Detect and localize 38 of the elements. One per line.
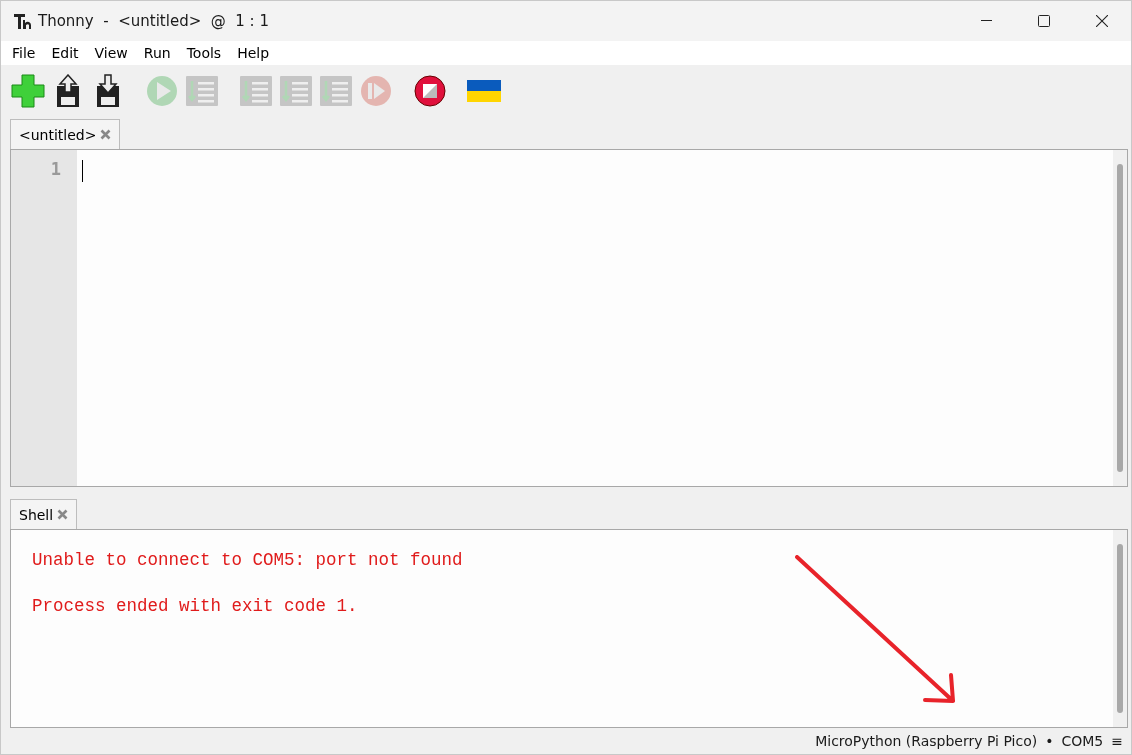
interpreter-label[interactable]: MicroPython (Raspberry Pi Pico)	[815, 733, 1038, 750]
text-cursor	[82, 160, 83, 183]
step-list-icon	[319, 73, 353, 108]
stop-tool-button[interactable]	[413, 73, 447, 108]
status-menu[interactable]: ≡	[1111, 733, 1123, 750]
close-icon	[1096, 15, 1108, 27]
resume-icon	[359, 73, 393, 108]
window-title: Thonny - <untitled> @ 1 : 1	[38, 12, 270, 30]
maximize-icon	[1038, 15, 1050, 27]
close-tab-icon[interactable]	[100, 129, 112, 141]
app-logo-icon	[13, 12, 32, 30]
minimize-icon	[980, 20, 992, 22]
status-separator: •	[1045, 733, 1054, 750]
close-tab-icon[interactable]	[57, 509, 69, 521]
shell-tab[interactable]: Shell	[10, 499, 78, 530]
scrollbar[interactable]	[1113, 530, 1127, 728]
stop-icon	[413, 73, 447, 108]
menu-item[interactable]: Tools	[178, 44, 230, 61]
menu-item[interactable]: View	[86, 44, 136, 61]
tab-label: Shell	[19, 506, 54, 523]
menu-item[interactable]: Help	[229, 44, 278, 61]
debug-list-icon	[185, 73, 219, 108]
new-tool-button[interactable]	[11, 73, 45, 108]
shell-error-text: Process ended with exit code 1.	[32, 596, 359, 617]
step-list-icon	[239, 73, 273, 108]
editor-tab[interactable]: <untitled>	[10, 119, 121, 150]
line-number: 1	[50, 159, 61, 180]
menu-item[interactable]: Run	[135, 44, 179, 61]
menu-item[interactable]: Edit	[43, 44, 87, 61]
shell-pane[interactable]: Unable to connect to COM5: port not found Process ended with exit code 1.	[10, 529, 1128, 729]
step-list-icon	[279, 73, 313, 108]
port-label[interactable]: COM5	[1061, 733, 1104, 750]
shell-error-text: Unable to connect to COM5: port not found	[32, 550, 464, 571]
tab-label: <untitled>	[19, 126, 97, 143]
plus-icon	[11, 73, 45, 108]
menu-item[interactable]: File	[4, 44, 44, 61]
scrollbar[interactable]	[1113, 150, 1127, 487]
play-icon	[145, 73, 179, 108]
